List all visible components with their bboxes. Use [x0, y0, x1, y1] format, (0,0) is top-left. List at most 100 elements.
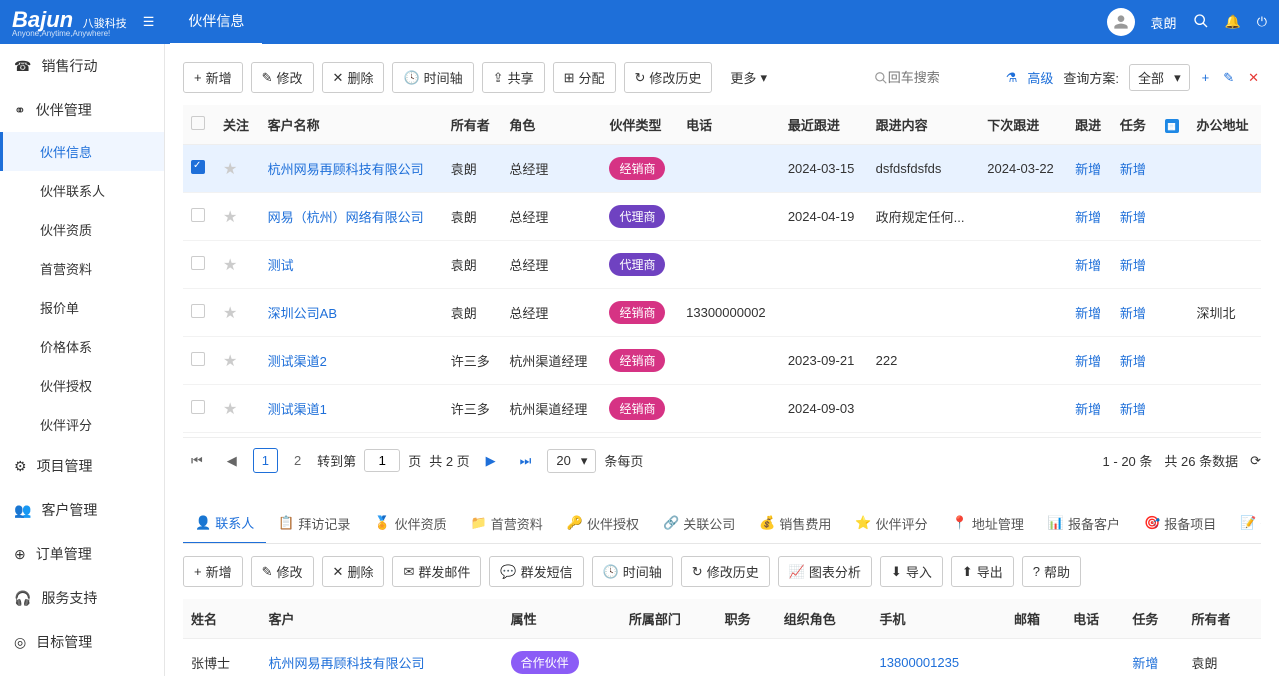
task-link[interactable]: 新增 — [1120, 354, 1146, 369]
hamburger-icon[interactable]: ☰ — [143, 14, 155, 30]
c-col-owner[interactable]: 所有者 — [1183, 599, 1261, 639]
sidebar-sub[interactable]: 伙伴联系人 — [0, 171, 164, 210]
sidebar-sub[interactable]: 报价单 — [0, 288, 164, 327]
c-col-job[interactable]: 职务 — [717, 599, 776, 639]
col-type[interactable]: 伙伴类型 — [601, 105, 678, 145]
follow-link[interactable]: 新增 — [1075, 354, 1101, 369]
follow-link[interactable]: 新增 — [1075, 162, 1101, 177]
col-last[interactable]: 最近跟进 — [780, 105, 868, 145]
page-2[interactable]: 2 — [286, 449, 309, 472]
last-page-button[interactable]: ⏭ — [512, 449, 540, 473]
tab-伙伴报单[interactable]: 📝伙伴报单 — [1228, 503, 1261, 543]
sidebar-item-customer[interactable]: 👥客户管理 — [0, 488, 164, 532]
c-col-dept[interactable]: 所属部门 — [621, 599, 717, 639]
row-checkbox[interactable] — [191, 400, 205, 414]
sidebar-item-order[interactable]: ⊕订单管理 — [0, 532, 164, 576]
more-button[interactable]: 更多 ▾ — [720, 63, 777, 92]
follow-link[interactable]: 新增 — [1075, 210, 1101, 225]
c-mobile[interactable]: 13800001235 — [880, 655, 960, 670]
tab-伙伴资质[interactable]: 🏅伙伴资质 — [362, 503, 458, 543]
star-icon[interactable]: ★ — [223, 161, 237, 178]
sub-delete-button[interactable]: ✕ 删除 — [322, 556, 385, 587]
tab-拜访记录[interactable]: 📋拜访记录 — [266, 503, 362, 543]
sidebar-sub[interactable]: 首营资料 — [0, 249, 164, 288]
row-checkbox[interactable] — [191, 160, 205, 174]
task-link[interactable]: 新增 — [1120, 162, 1146, 177]
avatar[interactable] — [1107, 8, 1135, 36]
power-icon[interactable]: ⏻ — [1257, 14, 1267, 30]
table-row[interactable]: ★ 网易（杭州）网络有限公司 袁朗 总经理 代理商 2024-04-19 政府规… — [183, 193, 1261, 241]
history-button[interactable]: ↻修改历史 — [624, 62, 713, 93]
sub-chart-button[interactable]: 📈 图表分析 — [778, 556, 872, 587]
sidebar-sub[interactable]: 伙伴评分 — [0, 405, 164, 444]
table-row[interactable]: ★ 测试渠道2 许三多 杭州渠道经理 经销商 2023-09-21 222 新增… — [183, 337, 1261, 385]
username[interactable]: 袁朗 — [1151, 13, 1177, 32]
task-link[interactable]: 新增 — [1120, 306, 1146, 321]
star-icon[interactable]: ★ — [223, 305, 237, 322]
row-checkbox[interactable] — [191, 304, 205, 318]
page-size-select[interactable]: 20 ▾ — [547, 449, 596, 473]
share-button[interactable]: ⇪共享 — [482, 62, 545, 93]
follow-link[interactable]: 新增 — [1075, 402, 1101, 417]
customer-link[interactable]: 测试 — [268, 258, 294, 273]
col-role[interactable]: 角色 — [501, 105, 601, 145]
customer-link[interactable]: 杭州网易再顾科技有限公司 — [268, 162, 424, 177]
col-addr[interactable]: 办公地址 — [1188, 105, 1261, 145]
c-col-mobile[interactable]: 手机 — [872, 599, 1006, 639]
sidebar-item-project[interactable]: ⚙项目管理 — [0, 444, 164, 488]
tab-关联公司[interactable]: 🔗关联公司 — [651, 503, 747, 543]
row-checkbox[interactable] — [191, 256, 205, 270]
edit-scheme-icon[interactable]: ✎ — [1221, 68, 1236, 88]
search-input[interactable] — [888, 70, 988, 85]
tab-首营资料[interactable]: 📁首营资料 — [459, 503, 555, 543]
sub-add-button[interactable]: + 新增 — [183, 556, 243, 587]
customer-link[interactable]: 网易（杭州）网络有限公司 — [268, 210, 424, 225]
tab-地址管理[interactable]: 📍地址管理 — [940, 503, 1036, 543]
filter-icon[interactable]: ⚗ — [1006, 70, 1018, 86]
c-col-name[interactable]: 姓名 — [183, 599, 260, 639]
customer-link[interactable]: 深圳公司AB — [268, 306, 337, 321]
star-icon[interactable]: ★ — [223, 353, 237, 370]
select-all-checkbox[interactable] — [191, 116, 205, 130]
c-customer-link[interactable]: 杭州网易再顾科技有限公司 — [268, 656, 424, 671]
sub-help-button[interactable]: ? 帮助 — [1022, 556, 1081, 587]
sidebar-item-partner[interactable]: ⚭伙伴管理 — [0, 88, 164, 132]
star-icon[interactable]: ★ — [223, 209, 237, 226]
scheme-select[interactable]: 全部▾ — [1129, 64, 1190, 91]
contact-row[interactable]: 张博士 杭州网易再顾科技有限公司 合作伙伴 13800001235 新增 袁朗 — [183, 639, 1261, 676]
col-content[interactable]: 跟进内容 — [868, 105, 980, 145]
sub-export-button[interactable]: ⬆ 导出 — [951, 556, 1014, 587]
star-icon[interactable]: ★ — [223, 401, 237, 418]
sidebar-item-dashboard[interactable]: ☎销售行动 — [0, 44, 164, 88]
row-checkbox[interactable] — [191, 208, 205, 222]
col-task[interactable]: 任务 — [1112, 105, 1157, 145]
sidebar-item-analysis[interactable]: 📊销售分析 — [0, 664, 164, 676]
prev-page-button[interactable]: ◀ — [219, 449, 245, 473]
col-follow[interactable]: 跟进 — [1067, 105, 1112, 145]
table-row[interactable]: ★ 测试渠道1 许三多 杭州渠道经理 经销商 2024-09-03 新增 新增 — [183, 385, 1261, 433]
col-name[interactable]: 客户名称 — [260, 105, 443, 145]
task-link[interactable]: 新增 — [1120, 402, 1146, 417]
follow-link[interactable]: 新增 — [1075, 306, 1101, 321]
c-col-email[interactable]: 邮箱 — [1006, 599, 1065, 639]
add-button[interactable]: +新增 — [183, 62, 243, 93]
sidebar-item-service[interactable]: 🎧服务支持 — [0, 576, 164, 620]
tab-报备项目[interactable]: 🎯报备项目 — [1132, 503, 1228, 543]
advanced-link[interactable]: 高级 — [1027, 68, 1053, 87]
sidebar-item-target[interactable]: ◎目标管理 — [0, 620, 164, 664]
col-phone[interactable]: 电话 — [678, 105, 780, 145]
sidebar-sub[interactable]: 伙伴信息 — [0, 132, 164, 171]
sidebar-sub[interactable]: 伙伴资质 — [0, 210, 164, 249]
c-col-customer[interactable]: 客户 — [260, 599, 502, 639]
table-row[interactable]: ★ 测试 袁朗 总经理 代理商 新增 新增 — [183, 241, 1261, 289]
sidebar-sub[interactable]: 伙伴授权 — [0, 366, 164, 405]
sidebar-sub[interactable]: 价格体系 — [0, 327, 164, 366]
delete-button[interactable]: ✕删除 — [322, 62, 385, 93]
next-page-button[interactable]: ▶ — [478, 449, 504, 473]
tab-伙伴授权[interactable]: 🔑伙伴授权 — [555, 503, 651, 543]
row-checkbox[interactable] — [191, 352, 205, 366]
col-owner[interactable]: 所有者 — [443, 105, 502, 145]
sub-timeline-button[interactable]: 🕓 时间轴 — [592, 556, 673, 587]
customer-link[interactable]: 测试渠道2 — [268, 354, 327, 369]
sub-sms-button[interactable]: 💬 群发短信 — [489, 556, 583, 587]
